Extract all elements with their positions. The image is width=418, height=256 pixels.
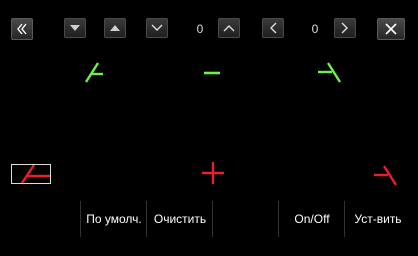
default-button[interactable]: По умолч. — [81, 201, 147, 237]
chevron-left-icon — [270, 22, 277, 34]
set-button-label: Уст-вить — [354, 212, 402, 226]
move-up-button[interactable] — [104, 18, 126, 38]
decrement-a-button[interactable] — [146, 18, 168, 38]
default-button-label: По умолч. — [86, 212, 142, 226]
marker-bottom-right[interactable] — [372, 163, 398, 187]
separator — [212, 201, 213, 237]
marker-top-left[interactable] — [80, 60, 104, 84]
empty-slot — [213, 201, 279, 237]
close-button[interactable] — [377, 18, 405, 40]
counter-b-value: 0 — [311, 22, 319, 36]
marker-top-right[interactable] — [316, 60, 342, 84]
marker-bottom-left-selected[interactable] — [11, 164, 51, 184]
collapse-button[interactable] — [11, 18, 33, 40]
marker-bottom-left — [21, 164, 50, 184]
separator — [80, 201, 81, 237]
separator — [344, 201, 345, 237]
marker-bottom-center[interactable] — [201, 161, 225, 185]
increment-b-button[interactable] — [334, 18, 356, 38]
separator — [278, 201, 279, 237]
chevron-right-icon — [341, 22, 348, 34]
clear-button-label: Очистить — [153, 212, 207, 226]
triangle-up-icon — [110, 25, 120, 31]
counter-a-value: 0 — [196, 22, 204, 36]
triangle-down-icon — [70, 25, 80, 31]
close-x-icon — [385, 23, 397, 35]
onoff-button-label: On/Off — [294, 212, 330, 226]
move-down-button[interactable] — [64, 18, 86, 38]
decrement-b-button[interactable] — [262, 18, 284, 38]
separator — [146, 201, 147, 237]
marker-top-left-stroke — [84, 62, 100, 83]
chevron-down-icon — [151, 24, 163, 31]
marker-top-center[interactable] — [202, 68, 222, 78]
chevron-up-icon — [223, 25, 235, 32]
onoff-button[interactable]: On/Off — [279, 201, 345, 237]
clear-button[interactable]: Очистить — [147, 201, 213, 237]
set-button[interactable]: Уст-вить — [345, 201, 411, 237]
increment-a-button[interactable] — [218, 18, 240, 38]
bottom-action-bar: По умолч. Очистить On/Off Уст-вить — [0, 201, 418, 237]
double-chevron-left-icon — [17, 23, 27, 35]
